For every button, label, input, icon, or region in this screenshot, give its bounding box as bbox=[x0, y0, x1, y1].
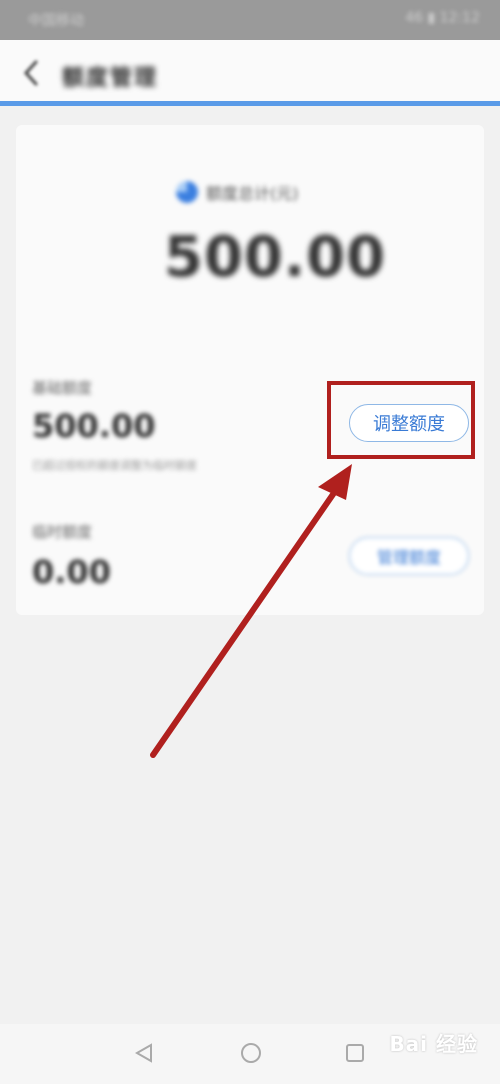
temporary-quota-value: 0.00 bbox=[32, 553, 111, 591]
page-title: 额度管理 bbox=[62, 66, 159, 91]
pie-chart-icon bbox=[176, 181, 198, 203]
carrier-text: 中国移动 bbox=[28, 13, 84, 29]
basic-quota-label: 基础额度 bbox=[32, 379, 93, 397]
manage-quota-button[interactable]: 管理额度 bbox=[349, 537, 469, 575]
total-label-row: 额度总计(元) bbox=[176, 180, 299, 204]
quota-card: 额度总计(元) 500.00 基础额度 500.00 已超过授权的额度调整为临时… bbox=[16, 125, 484, 615]
watermark: Bai 经验 bbox=[389, 1032, 478, 1056]
total-quota-label: 额度总计(元) bbox=[206, 184, 299, 203]
back-arrow-icon[interactable] bbox=[20, 58, 44, 88]
total-quota-panel: 额度总计(元) 500.00 bbox=[136, 137, 385, 317]
highlight-annotation-box bbox=[327, 381, 475, 459]
nav-home-icon[interactable] bbox=[240, 1042, 262, 1064]
temporary-quota-label: 临时额度 bbox=[32, 523, 93, 541]
basic-quota-value: 500.00 bbox=[32, 407, 156, 445]
total-quota-value: 500.00 bbox=[164, 225, 387, 290]
status-bar: 中国移动 46 ▮ 12:12 bbox=[0, 0, 500, 40]
app-header: 额度管理 bbox=[0, 40, 500, 106]
nav-back-icon[interactable] bbox=[133, 1042, 155, 1064]
status-icons: 46 ▮ 12:12 bbox=[405, 10, 480, 26]
nav-recent-icon[interactable] bbox=[344, 1042, 366, 1064]
basic-quota-note: 已超过授权的额度调整为临时额度 bbox=[32, 459, 197, 472]
